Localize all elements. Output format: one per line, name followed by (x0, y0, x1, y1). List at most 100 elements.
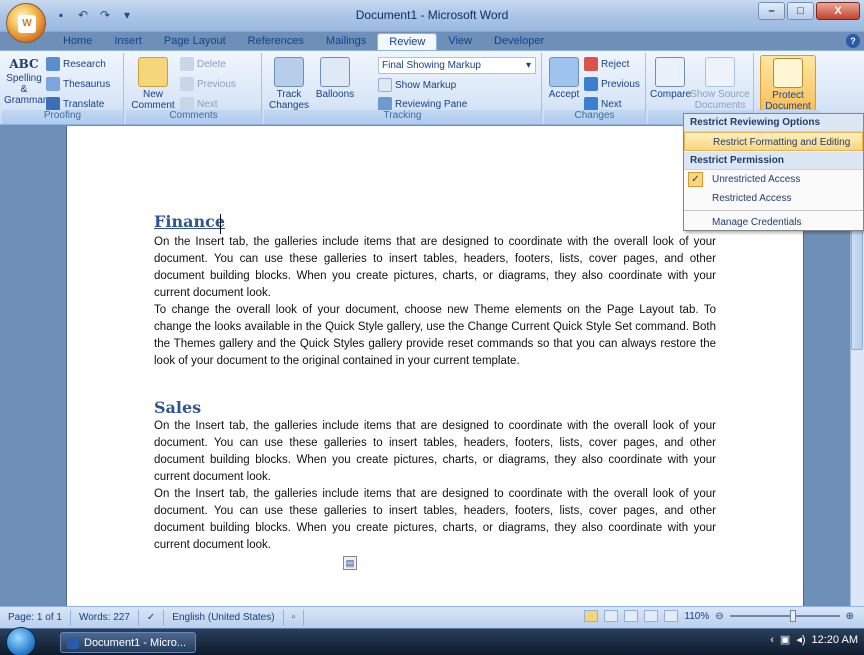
reject-button[interactable]: Reject (584, 57, 629, 71)
proofing-group-label: Proofing (2, 110, 123, 124)
balloons-button[interactable]: Balloons (312, 57, 358, 100)
previous-comment-button[interactable]: Previous (180, 77, 236, 91)
tab-page-layout[interactable]: Page Layout (153, 33, 237, 51)
track-changes-button[interactable]: Track Changes (268, 57, 310, 111)
language-status[interactable]: English (United States) (164, 609, 284, 626)
scrollbar-thumb[interactable] (851, 230, 863, 350)
close-button[interactable]: X (816, 2, 860, 20)
comments-group-label: Comments (126, 110, 261, 124)
network-icon[interactable]: ▣ (780, 633, 790, 646)
outline-view-icon[interactable] (644, 610, 659, 622)
tab-references[interactable]: References (237, 33, 315, 51)
paste-options-icon[interactable]: ▤ (343, 556, 357, 570)
next-comment-button[interactable]: Next (180, 97, 218, 111)
full-screen-view-icon[interactable] (604, 610, 619, 622)
previous-change-label: Previous (601, 78, 640, 90)
paragraph-finance-1[interactable]: On the Insert tab, the galleries include… (154, 234, 716, 302)
next-change-button[interactable]: Next (584, 97, 622, 111)
macro-record-icon[interactable]: ▫ (284, 609, 305, 626)
thesaurus-label: Thesaurus (63, 78, 111, 90)
tracking-group: Track Changes Balloons Final Showing Mar… (264, 53, 542, 124)
manage-credentials-item[interactable]: Manage Credentials (684, 213, 863, 232)
reviewing-pane-button[interactable]: Reviewing Pane (378, 97, 467, 111)
zoom-in-icon[interactable]: ⊕ (846, 611, 854, 622)
customize-qat-icon[interactable]: ▾ (118, 6, 136, 24)
show-source-documents-button[interactable]: Show Source Documents (690, 57, 750, 111)
tab-mailings[interactable]: Mailings (315, 33, 377, 51)
show-markup-label: Show Markup (395, 79, 457, 91)
paragraph-sales-2[interactable]: On the Insert tab, the galleries include… (154, 486, 716, 554)
volume-icon[interactable]: ◂) (796, 633, 805, 646)
delete-comment-button[interactable]: Delete (180, 57, 226, 71)
zoom-out-icon[interactable]: ⊖ (715, 611, 723, 622)
spelling-abc-icon: ABC (9, 57, 39, 71)
paragraph-finance-2[interactable]: To change the overall look of your docum… (154, 302, 716, 370)
minimize-button[interactable]: – (758, 2, 785, 20)
word-count[interactable]: Words: 227 (71, 609, 139, 626)
show-markup-button[interactable]: Show Markup (378, 78, 456, 92)
tab-developer[interactable]: Developer (483, 33, 555, 51)
tracking-group-label: Tracking (264, 110, 541, 124)
proofing-status-icon[interactable]: ✓ (139, 609, 165, 626)
tray-chevron-icon[interactable]: ‹ (770, 634, 774, 646)
web-layout-view-icon[interactable] (624, 610, 639, 622)
heading-sales[interactable]: Sales (154, 398, 201, 417)
compare-button[interactable]: Compare (650, 57, 692, 100)
window-controls: – □ X (758, 2, 860, 20)
delete-comment-label: Delete (197, 58, 226, 70)
reject-label: Reject (601, 58, 630, 70)
title-bar: Document1 - Microsoft Word ▪ ↶ ↷ ▾ – □ X (0, 0, 864, 32)
help-icon[interactable]: ? (846, 34, 860, 48)
research-icon (46, 57, 60, 71)
tab-view[interactable]: View (437, 33, 483, 51)
system-tray: ‹ ▣ ◂) 12:20 AM (770, 633, 858, 647)
maximize-button[interactable]: □ (787, 2, 814, 20)
redo-icon[interactable]: ↷ (96, 6, 114, 24)
thesaurus-button[interactable]: Thesaurus (46, 77, 110, 91)
tab-home[interactable]: Home (52, 33, 103, 51)
heading-finance[interactable]: Finance (154, 212, 225, 231)
taskbar: Document1 - Micro... ‹ ▣ ◂) 12:20 AM (0, 627, 864, 655)
previous-change-button[interactable]: Previous (584, 77, 640, 91)
unrestricted-access-item[interactable]: ✓ Unrestricted Access (684, 170, 863, 189)
previous-comment-icon (180, 77, 194, 91)
taskbar-word-item[interactable]: Document1 - Micro... (60, 632, 196, 653)
zoom-slider[interactable] (729, 610, 840, 622)
undo-icon[interactable]: ↶ (74, 6, 92, 24)
spelling-grammar-button[interactable]: ABC Spelling & Grammar (4, 55, 46, 106)
paragraph-sales-1[interactable]: On the Insert tab, the galleries include… (154, 418, 716, 486)
changes-group-label: Changes (544, 110, 645, 124)
display-for-review-select[interactable]: Final Showing Markup ▾ (378, 57, 536, 74)
translate-button[interactable]: Translate (46, 97, 104, 111)
show-source-label: Show Source Documents (690, 89, 750, 111)
restrict-formatting-editing-item[interactable]: Restrict Formatting and Editing (684, 132, 863, 151)
zoom-slider-thumb[interactable] (789, 610, 796, 622)
research-button[interactable]: Research (46, 57, 106, 71)
office-button[interactable]: W (6, 3, 46, 43)
checkmark-icon: ✓ (688, 172, 703, 187)
start-button[interactable] (6, 627, 36, 655)
page-count[interactable]: Page: 1 of 1 (0, 609, 71, 626)
print-layout-view-icon[interactable] (584, 610, 599, 622)
save-icon[interactable]: ▪ (52, 6, 70, 24)
accept-button[interactable]: Accept (546, 57, 582, 100)
draft-view-icon[interactable] (664, 610, 679, 622)
translate-label: Translate (63, 98, 105, 110)
protect-document-button[interactable]: Protect Document (760, 55, 816, 112)
next-comment-label: Next (197, 98, 218, 110)
zoom-level[interactable]: 110% (684, 611, 709, 622)
tab-review[interactable]: Review (377, 33, 438, 51)
proofing-group: ABC Spelling & Grammar Research Thesauru… (2, 53, 124, 124)
new-comment-button[interactable]: New Comment (130, 57, 176, 111)
balloons-icon (320, 57, 350, 87)
research-label: Research (63, 58, 106, 70)
next-change-label: Next (601, 98, 622, 110)
clock[interactable]: 12:20 AM (812, 634, 858, 646)
tab-insert[interactable]: Insert (103, 33, 153, 51)
compare-icon (655, 57, 685, 87)
new-comment-label: New Comment (131, 89, 175, 111)
compare-label: Compare (650, 89, 692, 100)
track-changes-label: Track Changes (268, 89, 310, 111)
accept-icon (549, 57, 579, 87)
restricted-access-item[interactable]: Restricted Access (684, 189, 863, 208)
